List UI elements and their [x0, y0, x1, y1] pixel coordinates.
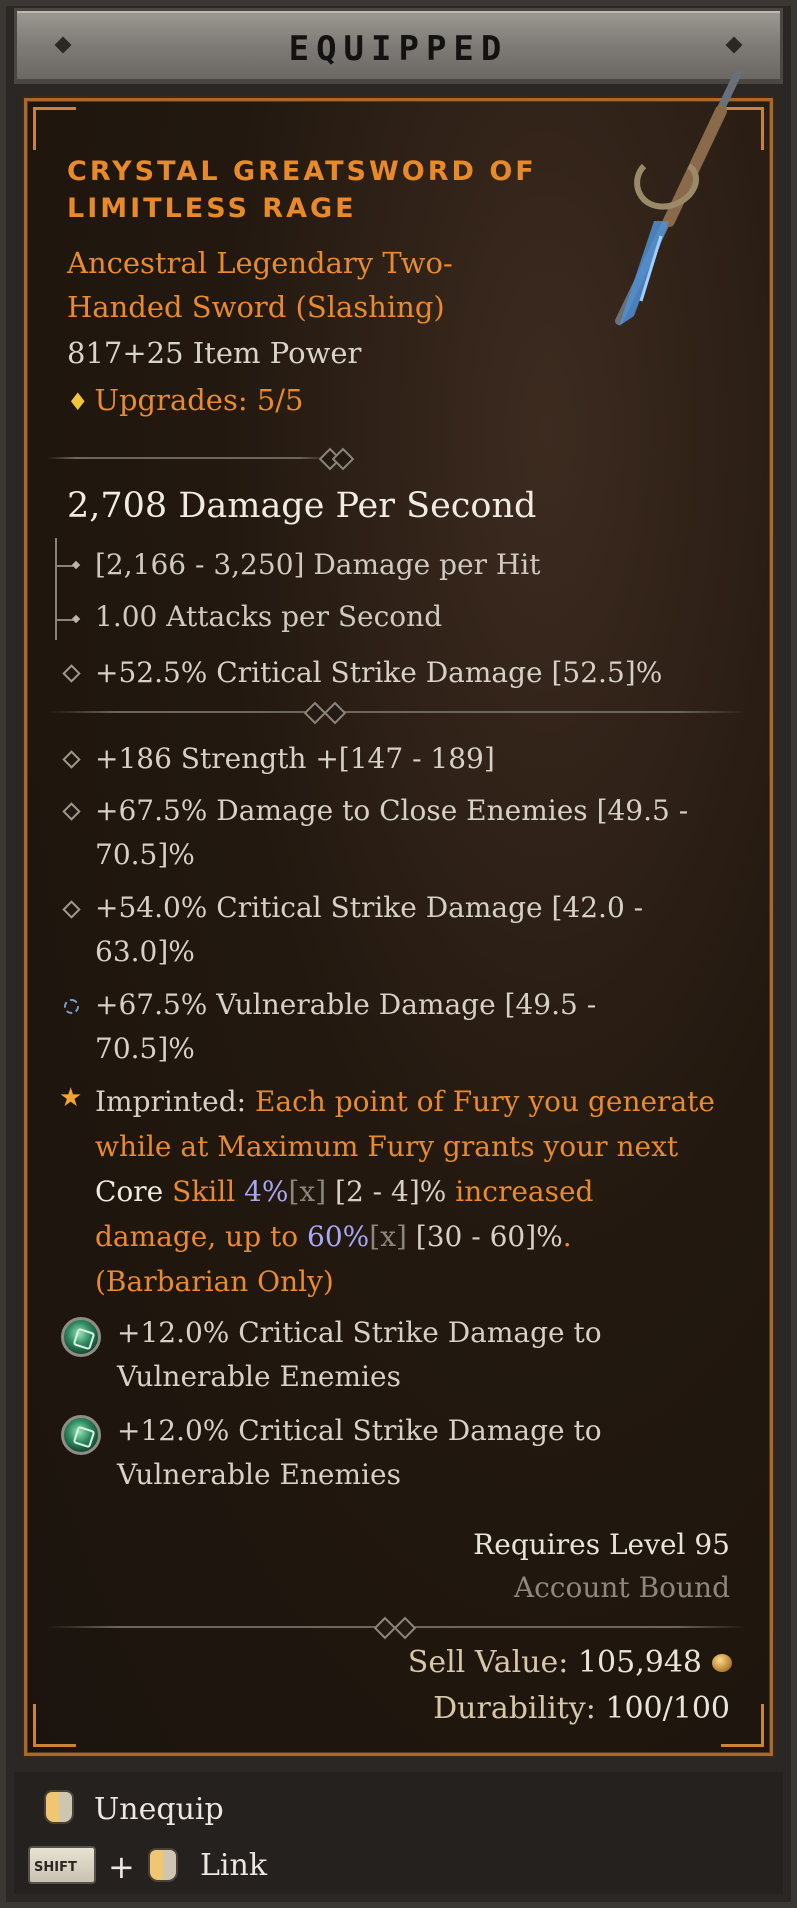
- item-card: CRYSTAL GREATSWORD OF LIMITLESS RAGE Anc…: [24, 71, 773, 1756]
- divider-ornament-icon: [323, 701, 347, 725]
- imprint-label: Imprinted:: [95, 1085, 247, 1118]
- account-bound: Account Bound: [513, 1571, 730, 1604]
- affix-bullet-icon: [62, 750, 81, 769]
- emerald-gem-icon: [61, 1415, 101, 1455]
- tempered-affix-icon: [64, 999, 79, 1014]
- durability-label: Durability:: [433, 1691, 596, 1726]
- shift-key-label: SHIFT: [34, 1860, 77, 1875]
- imprint-skill: Skill: [163, 1175, 245, 1208]
- mouse-right-click-icon: [148, 1848, 178, 1882]
- stat-tree-tick: [57, 619, 73, 621]
- upgrades-text: Upgrades: 5/5: [94, 383, 304, 417]
- item-name: CRYSTAL GREATSWORD OF LIMITLESS RAGE: [67, 156, 537, 224]
- divider-ornament-icon: [331, 447, 355, 471]
- socket-affix: +12.0% Critical Strike Damage to Vulnera…: [117, 1316, 602, 1393]
- corner-ornament: [33, 107, 76, 150]
- affix-line: +54.0% Critical Strike Damage [42.0 - 63…: [95, 891, 644, 968]
- divider: [47, 711, 747, 713]
- socket-affix: +12.0% Critical Strike Damage to Vulnera…: [117, 1414, 602, 1491]
- implicit-affix: +52.5% Critical Strike Damage [52.5]%: [95, 656, 663, 689]
- affix-line: +186 Strength +[147 - 189]: [95, 742, 495, 775]
- affix-bullet-icon: [62, 900, 81, 919]
- sell-amount: 105,948: [577, 1645, 702, 1680]
- item-type: Ancestral Legendary Two-Handed Sword (Sl…: [67, 246, 453, 324]
- divider-ornament-icon: [393, 1616, 417, 1640]
- unequip-action[interactable]: Unequip: [94, 1792, 224, 1827]
- affix-bullet-icon: [62, 802, 81, 821]
- imprint-core: Core: [95, 1175, 164, 1208]
- imprint-star-icon: ★: [59, 1083, 83, 1113]
- affix-line: +67.5% Vulnerable Damage [49.5 - 70.5]%: [95, 988, 597, 1065]
- damage-per-hit: [2,166 - 3,250] Damage per Hit: [95, 548, 541, 581]
- gold-coin-icon: [712, 1654, 732, 1672]
- upgrades: ♦ Upgrades: 5/5: [67, 383, 304, 417]
- affix-line: +67.5% Damage to Close Enemies [49.5 - 7…: [95, 794, 689, 871]
- corner-ornament: [33, 1704, 76, 1747]
- imprint-x-2: [x]: [369, 1220, 407, 1253]
- mouse-right-click-icon: [44, 1790, 74, 1824]
- greatsword-icon: [615, 71, 743, 326]
- affix-bullet-icon: [62, 664, 81, 683]
- upgrade-icon: ♦: [67, 388, 89, 416]
- imprint-range-2: [30 - 60]%: [406, 1220, 563, 1253]
- link-action[interactable]: Link: [200, 1848, 267, 1883]
- stat-tree-tick: [57, 565, 73, 567]
- sell-value: Sell Value: 105,948: [408, 1645, 702, 1680]
- stat-bullet-icon: [71, 560, 81, 570]
- imprint-x-1: [x]: [288, 1175, 327, 1208]
- attacks-per-second: 1.00 Attacks per Second: [95, 600, 443, 633]
- action-footer: Unequip SHIFT + Link: [14, 1772, 783, 1894]
- shift-key-icon: SHIFT: [28, 1846, 96, 1884]
- durability: Durability: 100/100: [433, 1691, 730, 1726]
- stat-tree-line: [55, 538, 57, 640]
- sell-label: Sell Value:: [407, 1645, 569, 1680]
- plus-sign: +: [108, 1848, 135, 1886]
- imprint-range-1: [2 - 4]%: [326, 1175, 447, 1208]
- durability-value: 100/100: [605, 1691, 730, 1726]
- imprint-value-1: 4%: [244, 1175, 289, 1208]
- divider: [47, 457, 327, 459]
- required-level: Requires Level 95: [473, 1528, 730, 1561]
- emerald-gem-icon: [61, 1317, 101, 1357]
- imprint-value-2: 60%: [307, 1220, 370, 1253]
- item-power: 817+25 Item Power: [67, 336, 362, 370]
- imprinted-aspect: Imprinted: Each point of Fury you genera…: [95, 1079, 715, 1304]
- header-title: EQUIPPED: [288, 29, 509, 69]
- stat-bullet-icon: [71, 614, 81, 624]
- damage-per-second: 2,708 Damage Per Second: [67, 486, 537, 526]
